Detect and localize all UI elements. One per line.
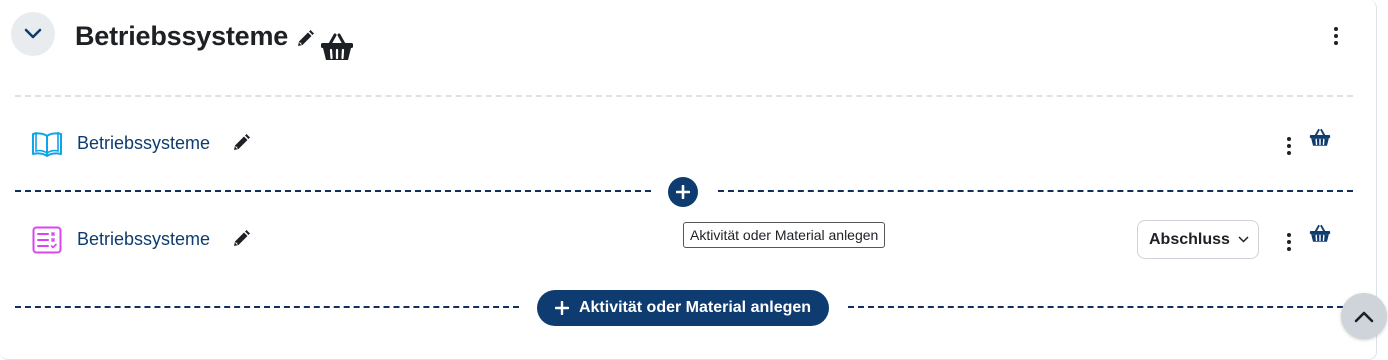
- chevron-down-icon: [1238, 236, 1249, 243]
- basket-icon[interactable]: [1309, 224, 1331, 243]
- add-activity-label: Aktivität oder Material anlegen: [578, 299, 812, 316]
- plus-icon: [554, 301, 569, 315]
- bottom-divider-right: [848, 306, 1353, 308]
- section-divider: [15, 95, 1353, 97]
- add-activity-button[interactable]: Aktivität oder Material anlegen: [537, 290, 829, 326]
- section-title: Betriebssysteme: [75, 21, 289, 51]
- bottom-divider-left: [15, 306, 519, 308]
- checklist-icon: [32, 226, 62, 254]
- activity-menu-kebab-icon[interactable]: [1283, 231, 1295, 253]
- add-activity-inline-button[interactable]: [668, 177, 698, 207]
- section-collapse-button[interactable]: [11, 12, 55, 56]
- chevron-up-icon: [1354, 311, 1374, 322]
- section-menu-kebab-icon[interactable]: [1330, 25, 1342, 47]
- edit-activity-name-icon[interactable]: [231, 133, 251, 153]
- plus-icon: [676, 185, 690, 199]
- basket-icon[interactable]: [320, 32, 354, 62]
- activity-menu-kebab-icon[interactable]: [1283, 135, 1295, 157]
- insert-divider-left: [15, 190, 651, 192]
- completion-label: Abschluss: [1149, 230, 1230, 248]
- add-activity-tooltip: Aktivität oder Material anlegen: [683, 222, 886, 248]
- course-section-card: Betriebssysteme Betriebssysteme Aktivitä…: [0, 0, 1377, 360]
- basket-icon[interactable]: [1309, 128, 1331, 147]
- edit-activity-name-icon[interactable]: [231, 229, 251, 249]
- completion-dropdown[interactable]: Abschluss: [1137, 220, 1259, 259]
- edit-section-title-icon[interactable]: [295, 29, 315, 49]
- activity-link[interactable]: Betriebssysteme: [77, 133, 210, 154]
- insert-divider-right: [718, 190, 1353, 192]
- activity-link[interactable]: Betriebssysteme: [77, 229, 210, 250]
- back-to-top-button[interactable]: [1341, 293, 1387, 339]
- book-icon: [32, 132, 62, 157]
- chevron-down-icon: [24, 28, 42, 39]
